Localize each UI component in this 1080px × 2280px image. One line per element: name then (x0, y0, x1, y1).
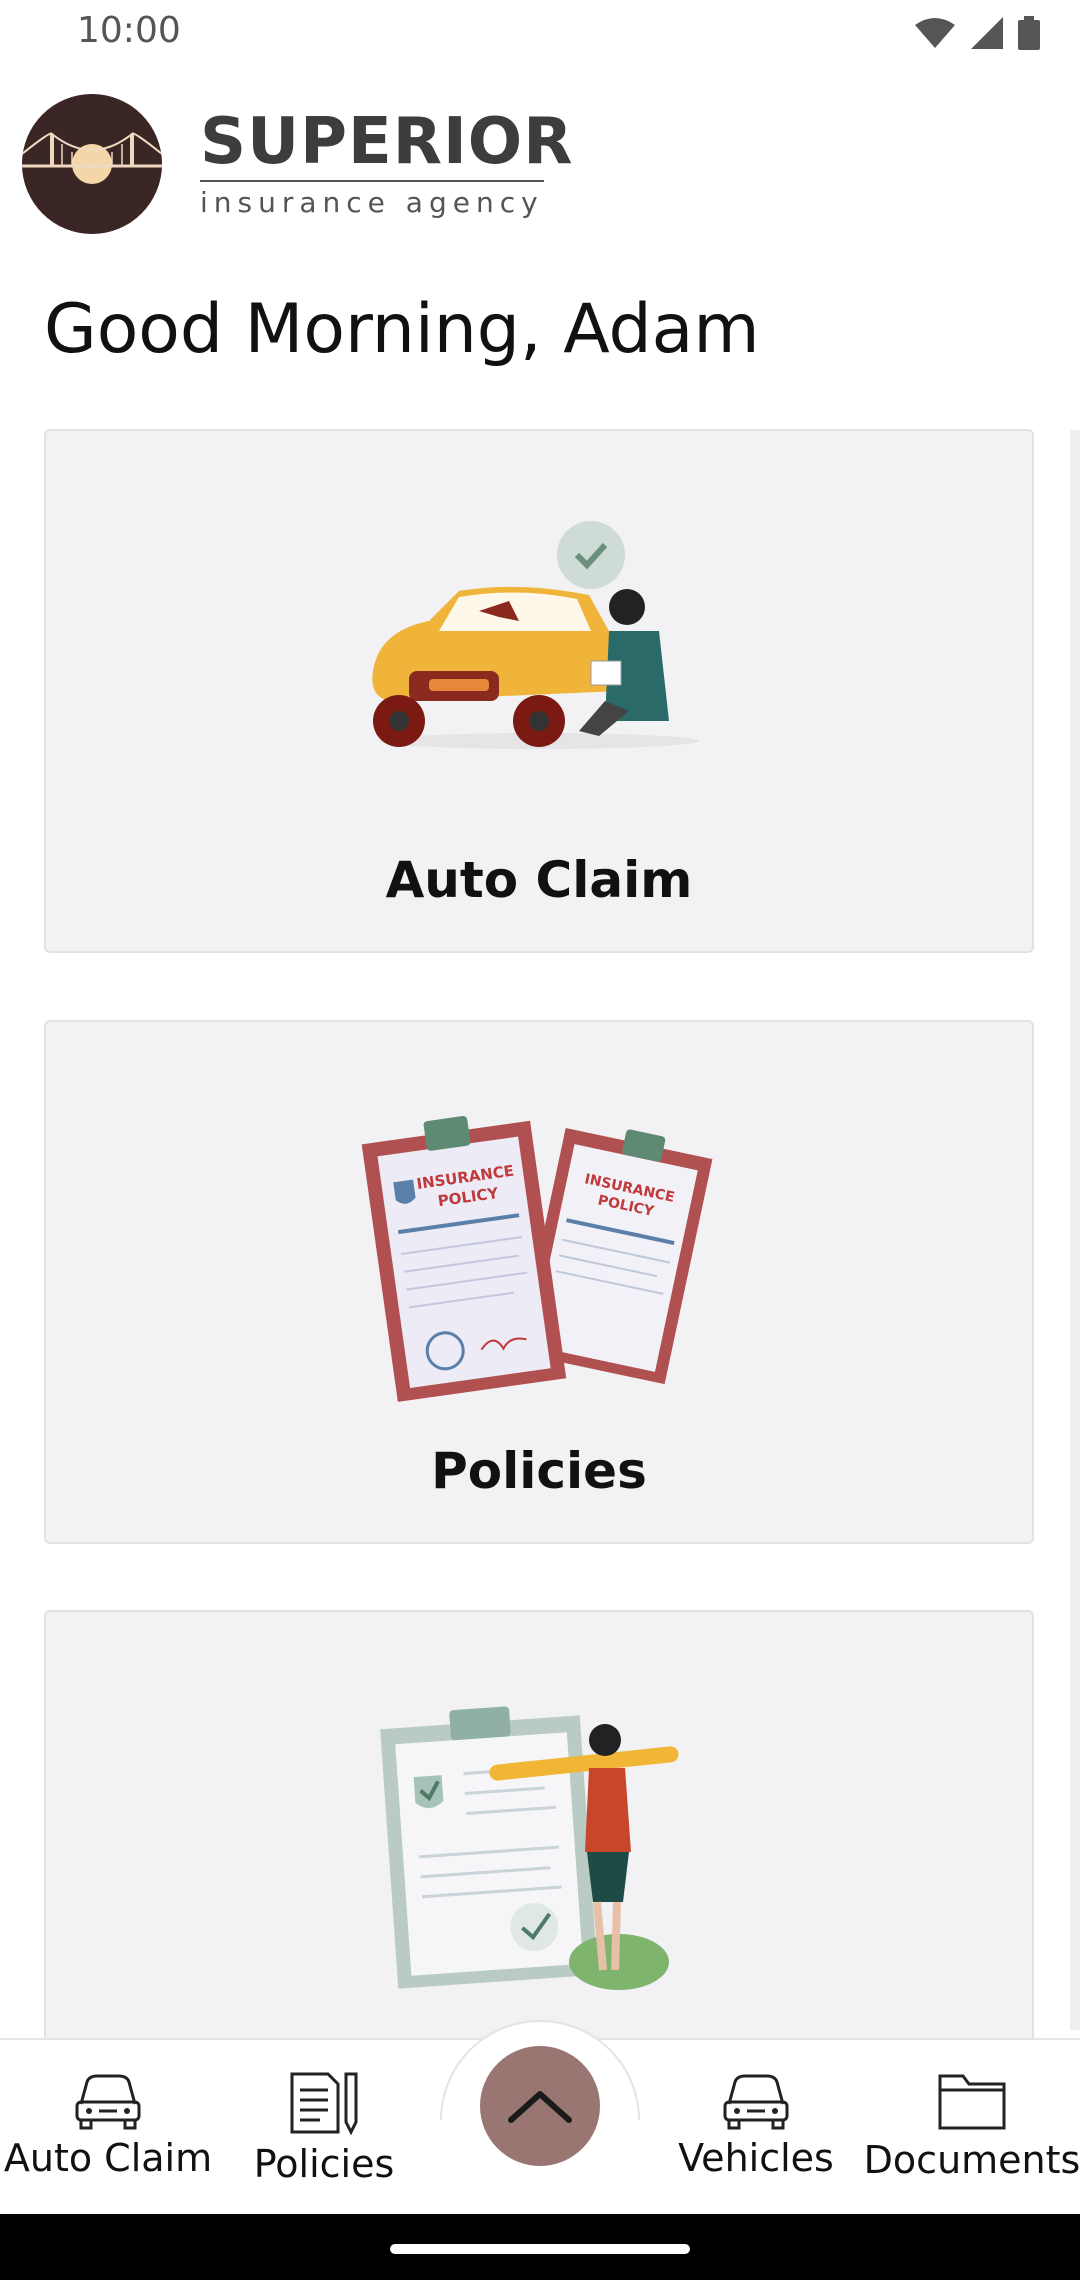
auto-claim-label: Auto Claim (385, 851, 693, 909)
brand-name: SUPERIOR (200, 104, 574, 179)
status-bar: 10:00 (0, 0, 1080, 70)
expand-menu-button[interactable] (480, 2046, 600, 2166)
wifi-icon (915, 18, 955, 48)
brand-logo: SUPERIOR insurance agency (22, 94, 573, 234)
nav-auto-claim[interactable]: Auto Claim (0, 2040, 216, 2216)
brand-text: SUPERIOR insurance agency (200, 110, 573, 219)
scroll-edge (1070, 430, 1080, 2030)
nav-policies-label: Policies (253, 2142, 395, 2186)
battery-icon (1018, 16, 1040, 50)
nav-vehicles-label: Vehicles (678, 2136, 834, 2180)
checklist-illustration (379, 1702, 699, 1992)
nav-documents[interactable]: Documents (864, 2040, 1080, 2216)
policies-label: Policies (431, 1442, 647, 1500)
status-icons (914, 16, 1040, 50)
checklist-card[interactable] (44, 1610, 1034, 2080)
status-time: 10:00 (77, 10, 181, 51)
policies-card[interactable]: INSURANCE POLICY INSURANCE POLICY Polici… (44, 1020, 1034, 1544)
signal-icon (971, 17, 1003, 49)
nav-policies[interactable]: Policies (216, 2040, 432, 2216)
nav-vehicles[interactable]: Vehicles (648, 2040, 864, 2216)
greeting-heading: Good Morning, Adam (44, 290, 760, 369)
nav-auto-claim-label: Auto Claim (3, 2136, 213, 2180)
nav-documents-label: Documents (863, 2138, 1080, 2182)
document-pencil-icon (290, 2072, 358, 2136)
bridge-logo-icon (22, 94, 162, 234)
auto-claim-card[interactable]: Auto Claim (44, 429, 1034, 953)
brand-divider (200, 179, 544, 182)
home-gesture-handle[interactable] (390, 2244, 690, 2254)
folder-icon (938, 2074, 1006, 2130)
car-icon (723, 2074, 789, 2130)
chevron-up-icon (508, 2091, 572, 2123)
car-icon (75, 2074, 141, 2130)
auto-claim-illustration (369, 521, 709, 751)
policies-illustration: INSURANCE POLICY INSURANCE POLICY (359, 1112, 719, 1402)
brand-tagline: insurance agency (200, 185, 544, 219)
